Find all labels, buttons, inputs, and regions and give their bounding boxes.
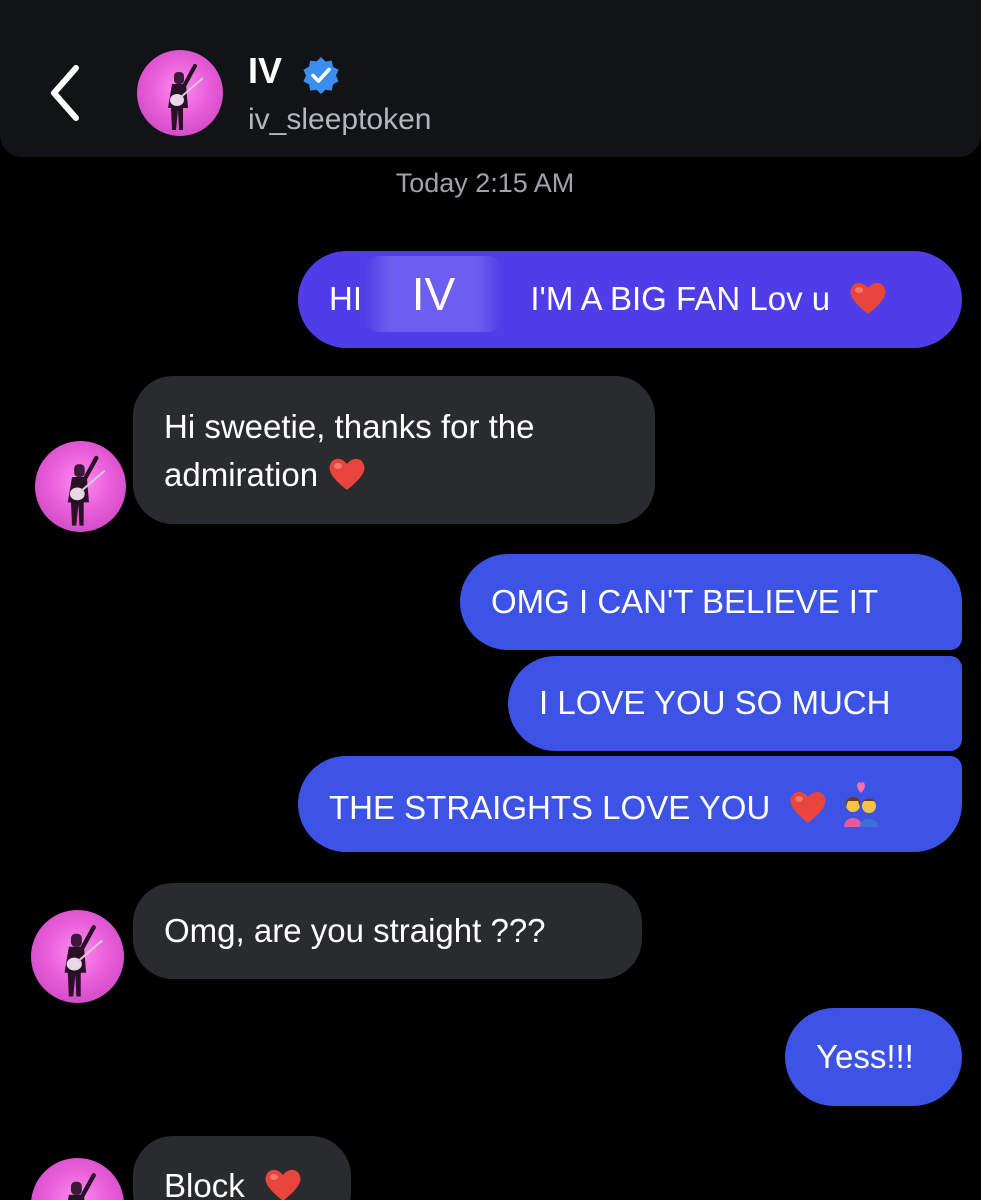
received-message-bubble[interactable]: Omg, are you straight ??? xyxy=(133,883,642,979)
message-text-line-2: admiration xyxy=(164,451,655,499)
performer-silhouette-icon xyxy=(168,64,204,130)
chat-screen: IV iv_sleeptoken Today 2:15 AM HI I'M A … xyxy=(0,0,981,1200)
message-text: THE STRAIGHTS LOVE YOU xyxy=(329,789,771,826)
chat-header: IV iv_sleeptoken xyxy=(0,0,981,157)
contact-avatar[interactable] xyxy=(31,1158,124,1200)
contact-name: IV xyxy=(248,50,283,91)
back-button[interactable] xyxy=(40,58,94,128)
message-text: I'M A BIG FAN Lov u xyxy=(530,280,831,317)
red-heart-icon xyxy=(329,458,365,490)
red-heart-icon xyxy=(265,1169,301,1200)
message-text: I LOVE YOU SO MUCH xyxy=(539,684,891,721)
performer-silhouette-icon xyxy=(64,925,104,997)
conversation-timestamp: Today 2:15 AM xyxy=(395,168,575,198)
message-text: Block xyxy=(164,1167,245,1200)
sent-message-bubble[interactable]: Yess!!! xyxy=(785,1008,962,1106)
message-text-line: Hi sweetie, thanks for the xyxy=(164,408,535,445)
couple-with-heart-icon xyxy=(843,782,878,827)
message-text-prefix: HI xyxy=(329,280,362,317)
message-text: Omg, are you straight ??? xyxy=(164,912,546,949)
sent-message-bubble[interactable]: I LOVE YOU SO MUCH xyxy=(508,656,962,751)
red-heart-icon xyxy=(791,791,826,823)
sent-message-bubble[interactable]: THE STRAIGHTS LOVE YOU xyxy=(298,756,962,852)
contact-handle: iv_sleeptoken xyxy=(248,103,432,136)
performer-silhouette-icon xyxy=(67,455,106,526)
received-message-bubble[interactable]: Block xyxy=(133,1136,351,1200)
profile-avatar[interactable] xyxy=(137,50,223,136)
contact-avatar[interactable] xyxy=(35,441,126,532)
redaction-label: IV xyxy=(365,256,502,332)
message-text: Yess!!! xyxy=(816,1038,914,1075)
verified-badge-icon xyxy=(303,57,339,94)
performer-silhouette-icon xyxy=(67,1173,96,1200)
received-message-bubble[interactable]: Hi sweetie, thanks for the admiration xyxy=(133,376,655,524)
contact-avatar[interactable] xyxy=(31,910,124,1003)
chevron-left-icon xyxy=(51,65,79,121)
red-heart-icon xyxy=(850,282,886,314)
sent-message-bubble[interactable]: OMG I CAN'T BELIEVE IT xyxy=(460,554,962,650)
message-text: OMG I CAN'T BELIEVE IT xyxy=(491,583,879,620)
